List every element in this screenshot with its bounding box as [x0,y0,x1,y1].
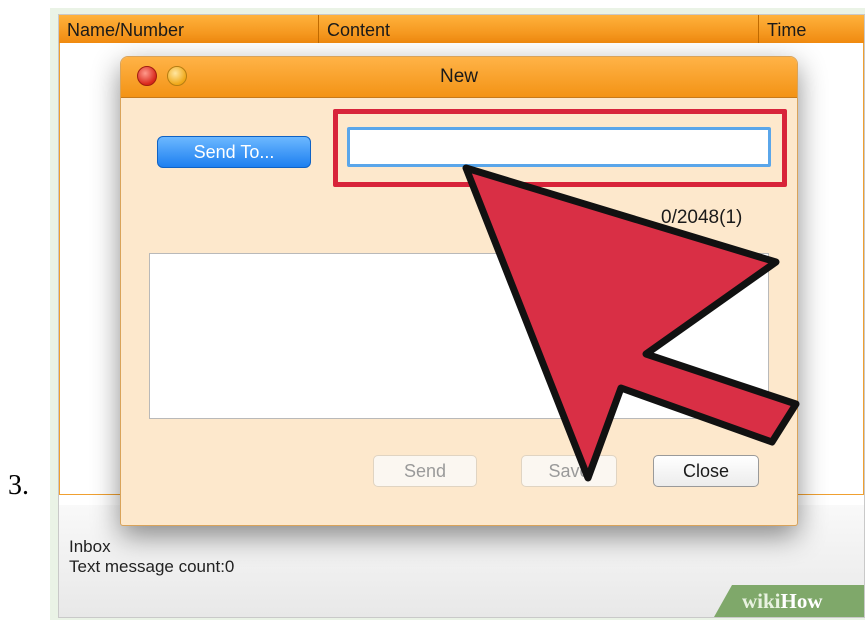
watermark-part-1: wiki [742,589,781,613]
dialog-titlebar[interactable]: New [121,57,797,98]
save-button[interactable]: Save [521,455,617,487]
column-name-number[interactable]: Name/Number [59,15,319,43]
send-button[interactable]: Send [373,455,477,487]
character-counter: 0/2048(1) [661,207,743,228]
wikihow-watermark: wikiHow [714,585,864,617]
column-content[interactable]: Content [319,15,759,43]
message-count-label: Text message count:0 [69,557,235,576]
close-button[interactable]: Close [653,455,759,487]
new-message-dialog: New Send To... 0/2048(1) Send Save Close [120,56,798,526]
dialog-title: New [439,66,478,87]
step-number: 3. [8,470,29,501]
column-time[interactable]: Time [759,15,864,43]
message-body-textarea[interactable] [149,253,769,419]
message-table-header: Name/Number Content Time [59,15,864,43]
watermark-part-2: How [780,589,823,613]
send-to-button[interactable]: Send To... [157,136,311,168]
folder-label: Inbox [69,537,111,556]
recipient-input[interactable] [347,127,771,167]
